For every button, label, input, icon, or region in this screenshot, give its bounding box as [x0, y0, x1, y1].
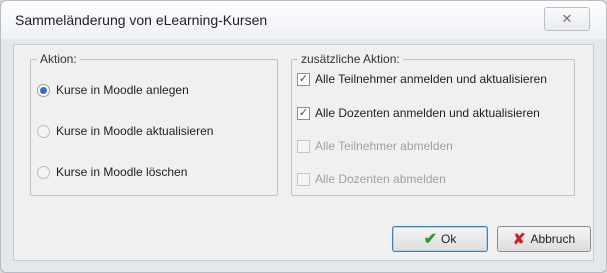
checkbox-indicator: [297, 139, 310, 153]
radio-indicator: [37, 124, 50, 138]
title-bar: Sammeländerung von eLearning-Kursen ✕: [1, 1, 606, 39]
x-icon: ✘: [512, 231, 526, 248]
ok-button-label: Ok: [441, 232, 457, 246]
radio-indicator: [37, 165, 50, 179]
ok-button[interactable]: ✔ Ok: [392, 226, 488, 252]
checkbox-enroll-lecturers[interactable]: ✓ Alle Dozenten anmelden und aktualisier…: [297, 106, 540, 120]
radio-create-courses[interactable]: Kurse in Moodle anlegen: [37, 83, 189, 97]
checkbox-checked-icon: ✓: [297, 106, 310, 120]
checkbox-unenroll-participants: Alle Teilnehmer abmelden: [297, 139, 453, 153]
radio-delete-courses[interactable]: Kurse in Moodle löschen: [37, 165, 187, 179]
checkbox-label: Alle Dozenten anmelden und aktualisieren: [315, 106, 540, 120]
checkbox-label: Alle Dozenten abmelden: [315, 172, 446, 186]
window-title: Sammeländerung von eLearning-Kursen: [15, 12, 268, 28]
checkbox-unenroll-lecturers: Alle Dozenten abmelden: [297, 172, 446, 186]
radio-label: Kurse in Moodle aktualisieren: [56, 124, 214, 138]
cancel-button[interactable]: ✘ Abbruch: [497, 226, 591, 252]
cancel-button-label: Abbruch: [530, 232, 576, 246]
radio-label: Kurse in Moodle löschen: [56, 165, 188, 179]
checkbox-enroll-participants[interactable]: ✓ Alle Teilnehmer anmelden und aktualisi…: [297, 72, 547, 86]
additional-action-groupbox: zusätzliche Aktion: ✓ Alle Teilnehmer an…: [291, 52, 575, 196]
radio-indicator: [37, 83, 50, 97]
action-group-label: Aktion:: [37, 52, 80, 66]
close-button[interactable]: ✕: [544, 7, 590, 31]
action-groupbox: Aktion: Kurse in Moodle anlegen Kurse in…: [30, 52, 278, 196]
checkmark-icon: ✔: [423, 231, 438, 248]
radio-label: Kurse in Moodle anlegen: [56, 83, 189, 97]
checkbox-label: Alle Teilnehmer abmelden: [315, 139, 453, 153]
checkbox-label: Alle Teilnehmer anmelden und aktualisier…: [315, 72, 547, 86]
checkbox-checked-icon: ✓: [297, 72, 310, 86]
radio-update-courses[interactable]: Kurse in Moodle aktualisieren: [37, 124, 213, 138]
close-icon: ✕: [561, 11, 573, 26]
checkbox-indicator: [297, 172, 310, 186]
additional-action-group-label: zusätzliche Aktion:: [298, 52, 403, 66]
dialog-window: Sammeländerung von eLearning-Kursen ✕ Ak…: [0, 0, 607, 273]
